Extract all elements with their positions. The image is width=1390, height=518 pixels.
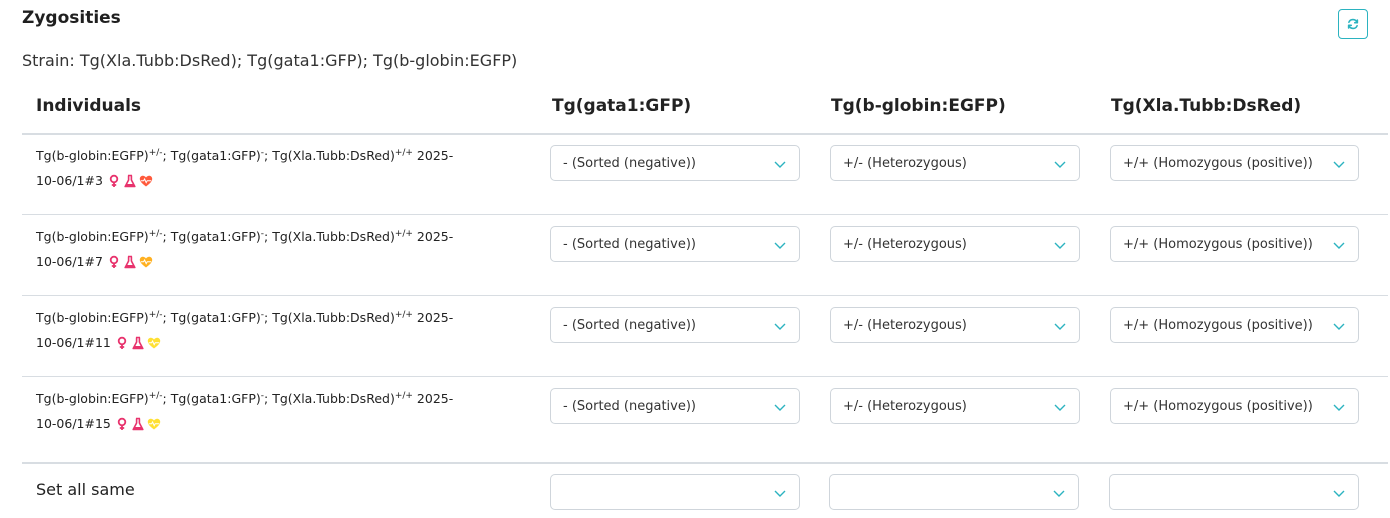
xla-tubb-zygosity-select[interactable]: +/+ (Homozygous (positive)) (1110, 145, 1359, 181)
strain-label: Strain: Tg(Xla.Tubb:DsRed); Tg(gata1:GFP… (22, 51, 518, 70)
individual-label: Tg(b-globin:EGFP)+/-; Tg(gata1:GFP)-; Tg… (36, 390, 454, 431)
header-divider (22, 133, 1388, 135)
chevron-down-icon (774, 242, 786, 249)
individual-id: 10-06/1#7 (36, 254, 103, 269)
flask-icon (124, 174, 136, 187)
chevron-down-icon (1053, 490, 1065, 497)
flask-icon (132, 417, 144, 430)
row-divider (22, 376, 1388, 377)
chevron-down-icon (1333, 490, 1345, 497)
female-icon (117, 336, 127, 349)
chevron-down-icon (1054, 404, 1066, 411)
individual-id: 10-06/1#3 (36, 173, 103, 188)
panel-title: Zygosities (22, 8, 121, 28)
heart-pulse-icon (147, 337, 161, 348)
flask-icon (124, 255, 136, 268)
flask-icon (132, 336, 144, 349)
chevron-down-icon (1333, 323, 1345, 330)
xla-tubb-zygosity-select[interactable]: +/+ (Homozygous (positive)) (1110, 307, 1359, 343)
zygosities-panel: Zygosities Strain: Tg(Xla.Tubb:DsRed); T… (0, 0, 1390, 518)
bglobin-zygosity-select[interactable]: +/- (Heterozygous) (830, 226, 1080, 262)
individual-label: Tg(b-globin:EGFP)+/-; Tg(gata1:GFP)-; Tg… (36, 228, 454, 269)
xla-tubb-zygosity-select[interactable]: +/+ (Homozygous (positive)) (1110, 226, 1359, 262)
gata1-zygosity-select[interactable]: - (Sorted (negative)) (550, 307, 800, 343)
header-gata1: Tg(gata1:GFP) (552, 96, 692, 116)
female-icon (109, 255, 119, 268)
chevron-down-icon (1333, 161, 1345, 168)
refresh-button[interactable] (1338, 9, 1368, 39)
gata1-zygosity-select[interactable]: - (Sorted (negative)) (550, 388, 800, 424)
set-all-gata1-select[interactable] (550, 474, 800, 510)
chevron-down-icon (774, 323, 786, 330)
refresh-icon (1347, 18, 1359, 30)
individual-id: 10-06/1#11 (36, 335, 111, 350)
chevron-down-icon (1333, 242, 1345, 249)
gata1-zygosity-select[interactable]: - (Sorted (negative)) (550, 145, 800, 181)
chevron-down-icon (1054, 323, 1066, 330)
bglobin-zygosity-select[interactable]: +/- (Heterozygous) (830, 307, 1080, 343)
individual-id: 10-06/1#15 (36, 416, 111, 431)
individual-label: Tg(b-globin:EGFP)+/-; Tg(gata1:GFP)-; Tg… (36, 309, 454, 350)
chevron-down-icon (1054, 161, 1066, 168)
chevron-down-icon (774, 161, 786, 168)
xla-tubb-zygosity-select[interactable]: +/+ (Homozygous (positive)) (1110, 388, 1359, 424)
chevron-down-icon (774, 490, 786, 497)
footer-divider (22, 462, 1388, 464)
row-divider (22, 214, 1388, 215)
heart-pulse-icon (139, 256, 153, 267)
header-individuals: Individuals (36, 96, 142, 116)
set-all-bglobin-select[interactable] (829, 474, 1079, 510)
bglobin-zygosity-select[interactable]: +/- (Heterozygous) (830, 388, 1080, 424)
heart-pulse-icon (139, 175, 153, 186)
header-xla-tubb: Tg(Xla.Tubb:DsRed) (1111, 96, 1302, 116)
set-all-same-label: Set all same (36, 480, 135, 499)
individual-label: Tg(b-globin:EGFP)+/-; Tg(gata1:GFP)-; Tg… (36, 147, 454, 188)
row-divider (22, 295, 1388, 296)
gata1-zygosity-select[interactable]: - (Sorted (negative)) (550, 226, 800, 262)
set-all-xla-tubb-select[interactable] (1109, 474, 1359, 510)
heart-pulse-icon (147, 418, 161, 429)
female-icon (109, 174, 119, 187)
chevron-down-icon (774, 404, 786, 411)
bglobin-zygosity-select[interactable]: +/- (Heterozygous) (830, 145, 1080, 181)
chevron-down-icon (1333, 404, 1345, 411)
chevron-down-icon (1054, 242, 1066, 249)
female-icon (117, 417, 127, 430)
header-bglobin: Tg(b-globin:EGFP) (831, 96, 1006, 116)
